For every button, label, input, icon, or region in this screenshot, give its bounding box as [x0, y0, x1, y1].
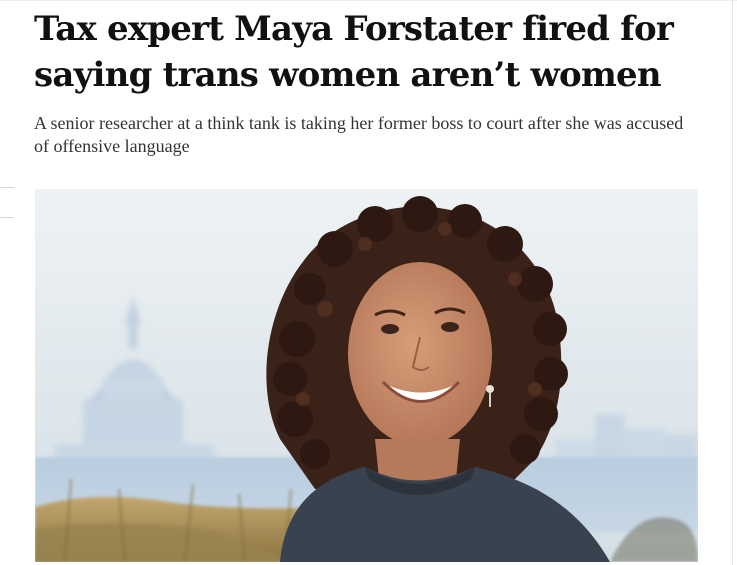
top-divider: [0, 0, 737, 1]
article-page: Tax expert Maya Forstater fired for sayi…: [0, 0, 737, 565]
lead-photo: [35, 189, 698, 562]
article-standfirst: A senior researcher at a think tank is t…: [34, 113, 684, 156]
article-headline: Tax expert Maya Forstater fired for sayi…: [34, 9, 674, 95]
left-rule-bottom: [0, 217, 14, 218]
left-rule-top: [0, 187, 14, 188]
right-divider: [732, 0, 733, 565]
